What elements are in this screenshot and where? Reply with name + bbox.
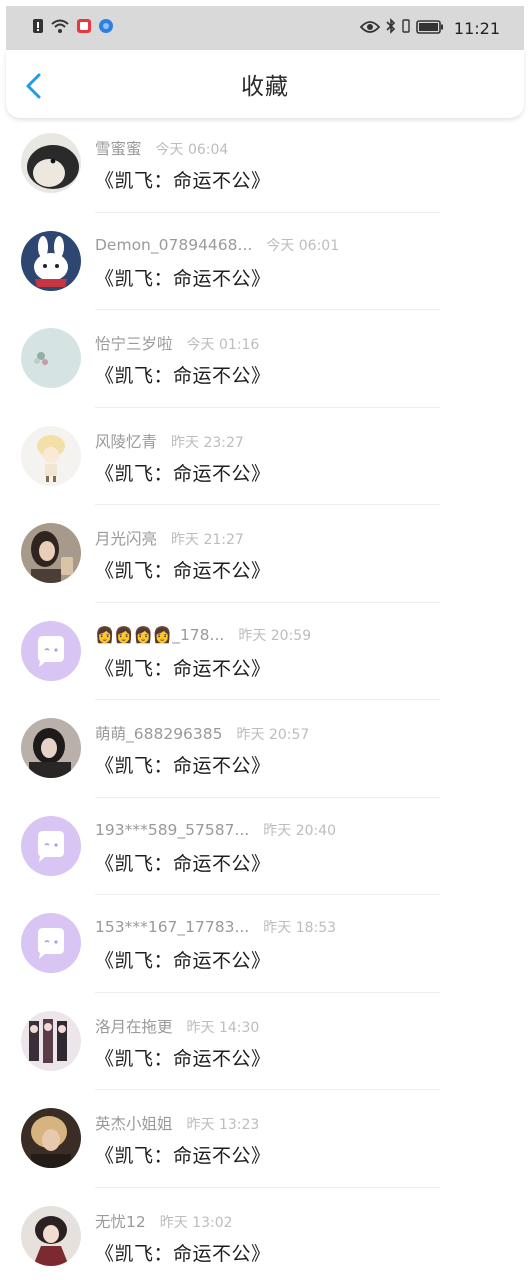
list-item[interactable]: 无忧12 昨天 13:02 《凯飞：命运不公》 bbox=[0, 1188, 530, 1280]
user-name[interactable]: 193***589_57587... bbox=[95, 821, 249, 839]
user-name[interactable]: 153***167_17783... bbox=[95, 918, 249, 936]
favorite-title[interactable]: 《凯飞：命运不公》 bbox=[95, 459, 271, 486]
status-left-icons bbox=[32, 18, 114, 38]
user-name[interactable]: 月光闪亮 bbox=[95, 527, 157, 549]
favorite-title[interactable]: 《凯飞：命运不公》 bbox=[95, 264, 271, 291]
user-name[interactable]: 怡宁三岁啦 bbox=[95, 332, 173, 354]
user-avatar[interactable] bbox=[21, 1108, 81, 1168]
user-avatar[interactable] bbox=[21, 913, 81, 973]
timestamp: 昨天 20:59 bbox=[238, 627, 312, 644]
user-avatar[interactable] bbox=[21, 1010, 81, 1071]
bluetooth-icon bbox=[386, 18, 396, 38]
list-item[interactable]: 萌萌_688296385 昨天 20:57 《凯飞：命运不公》 bbox=[0, 700, 530, 798]
favorite-title[interactable]: 《凯飞：命运不公》 bbox=[95, 849, 271, 876]
list-item[interactable]: 怡宁三岁啦 今天 01:16 《凯飞：命运不公》 bbox=[0, 310, 530, 408]
timestamp: 昨天 21:27 bbox=[171, 532, 244, 548]
user-avatar[interactable] bbox=[21, 328, 81, 388]
list-item[interactable]: 风陵忆青 昨天 23:27 《凯飞：命运不公》 bbox=[0, 408, 530, 505]
favorite-title[interactable]: 《凯飞：命运不公》 bbox=[95, 556, 271, 583]
timestamp: 昨天 13:23 bbox=[186, 1117, 260, 1133]
favorites-list: 雪蜜蜜 今天 06:04 《凯飞：命运不公》 Demon_07894468... 今… bbox=[0, 115, 530, 1280]
vibrate-icon bbox=[402, 18, 410, 38]
alert-icon bbox=[32, 18, 44, 38]
user-avatar[interactable] bbox=[21, 133, 81, 193]
timestamp: 昨天 13:02 bbox=[159, 1214, 233, 1231]
timestamp: 今天 06:01 bbox=[266, 237, 340, 254]
favorite-title[interactable]: 《凯飞：命运不公》 bbox=[95, 654, 271, 681]
status-right-icons: 11:21 bbox=[359, 18, 500, 38]
user-name[interactable]: 无忧12 bbox=[95, 1210, 146, 1232]
user-avatar[interactable] bbox=[21, 620, 81, 681]
eye-icon bbox=[359, 19, 381, 38]
favorite-title[interactable]: 《凯飞：命运不公》 bbox=[95, 1239, 271, 1266]
user-avatar[interactable] bbox=[21, 425, 81, 486]
user-name[interactable]: Demon_07894468... bbox=[95, 236, 252, 254]
user-name[interactable]: 萌萌_688296385 bbox=[95, 722, 223, 744]
timestamp: 今天 06:04 bbox=[155, 142, 229, 158]
browser-icon bbox=[98, 18, 114, 38]
list-item[interactable]: 👩👩👩👩_178... 昨天 20:59 《凯飞：命运不公》 bbox=[0, 603, 530, 700]
chevron-left-icon bbox=[26, 73, 41, 99]
timestamp: 昨天 23:27 bbox=[171, 434, 244, 451]
user-name[interactable]: 风陵忆青 bbox=[95, 430, 157, 452]
timestamp: 今天 01:16 bbox=[186, 337, 260, 353]
wifi-icon bbox=[50, 18, 70, 38]
user-name[interactable]: 👩👩👩👩_178... bbox=[95, 626, 224, 644]
page-title: 收藏 bbox=[241, 74, 289, 100]
list-item[interactable]: 洛月在拖更 昨天 14:30 《凯飞：命运不公》 bbox=[0, 993, 530, 1090]
favorite-title[interactable]: 《凯飞：命运不公》 bbox=[95, 166, 271, 193]
list-item[interactable]: 193***589_57587... 昨天 20:40 《凯飞：命运不公》 bbox=[0, 798, 530, 895]
list-item[interactable]: 英杰小姐姐 昨天 13:23 《凯飞：命运不公》 bbox=[0, 1090, 530, 1188]
user-name[interactable]: 英杰小姐姐 bbox=[95, 1112, 173, 1134]
timestamp: 昨天 14:30 bbox=[186, 1019, 260, 1036]
nav-header: 收藏 bbox=[6, 50, 524, 118]
timestamp: 昨天 20:40 bbox=[263, 822, 337, 839]
clock: 11:21 bbox=[453, 18, 500, 38]
list-item[interactable]: Demon_07894468... 今天 06:01 《凯飞：命运不公》 bbox=[0, 213, 530, 310]
app-notification-icon bbox=[76, 18, 92, 38]
list-item[interactable]: 153***167_17783... 昨天 18:53 《凯飞：命运不公》 bbox=[0, 895, 530, 993]
user-name[interactable]: 雪蜜蜜 bbox=[95, 137, 142, 159]
favorite-title[interactable]: 《凯飞：命运不公》 bbox=[95, 361, 271, 388]
timestamp: 昨天 18:53 bbox=[263, 920, 337, 936]
favorite-title[interactable]: 《凯飞：命运不公》 bbox=[95, 1044, 271, 1071]
user-avatar[interactable] bbox=[21, 523, 81, 583]
user-name[interactable]: 洛月在拖更 bbox=[95, 1015, 173, 1037]
favorite-title[interactable]: 《凯飞：命运不公》 bbox=[95, 751, 271, 778]
timestamp: 昨天 20:57 bbox=[236, 727, 310, 743]
list-item[interactable]: 月光闪亮 昨天 21:27 《凯飞：命运不公》 bbox=[0, 505, 530, 603]
status-bar: 11:21 bbox=[6, 6, 524, 50]
back-button[interactable] bbox=[22, 72, 46, 100]
user-avatar[interactable] bbox=[21, 230, 81, 291]
user-avatar[interactable] bbox=[21, 718, 81, 778]
user-avatar[interactable] bbox=[21, 1205, 81, 1266]
favorite-title[interactable]: 《凯飞：命运不公》 bbox=[95, 946, 271, 973]
battery-icon bbox=[416, 19, 444, 38]
list-item[interactable]: 雪蜜蜜 今天 06:04 《凯飞：命运不公》 bbox=[0, 115, 530, 213]
user-avatar[interactable] bbox=[21, 815, 81, 876]
favorite-title[interactable]: 《凯飞：命运不公》 bbox=[95, 1141, 271, 1168]
